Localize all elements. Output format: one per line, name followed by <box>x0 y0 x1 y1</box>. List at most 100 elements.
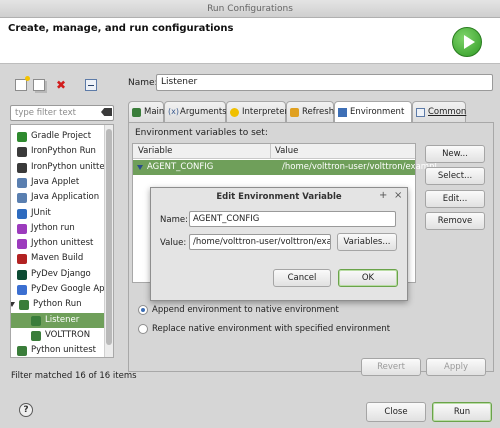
tab-arguments[interactable]: (x) Arguments <box>164 101 227 123</box>
dialog-name-label: Name: <box>160 215 188 225</box>
python-icon <box>19 300 29 311</box>
close-button[interactable]: Close <box>366 402 426 422</box>
window-title: Run Configurations <box>207 4 293 14</box>
python-unittest-icon <box>17 346 27 357</box>
row-variable: AGENT_CONFIG <box>147 162 214 172</box>
tree-item[interactable]: PyDev Django <box>11 267 113 282</box>
junit-icon <box>17 208 27 219</box>
tab-arguments-label: Arguments <box>180 107 227 117</box>
dialog-title: Edit Environment Variable <box>216 192 342 202</box>
edit-env-variable-dialog: Edit Environment Variable + × Name: AGEN… <box>150 187 408 301</box>
cancel-button[interactable]: Cancel <box>273 269 331 287</box>
tree-item[interactable]: Python unittest <box>11 343 113 357</box>
python-icon <box>132 108 141 117</box>
window-titlebar: Run Configurations <box>0 0 500 18</box>
column-divider <box>270 144 271 159</box>
tab-common[interactable]: Common <box>412 101 466 123</box>
tree-item-label: PyDev Google App R <box>31 284 114 294</box>
tab-main-label: Main <box>144 107 165 117</box>
tree-item-label: Jython run <box>31 222 75 233</box>
ok-button[interactable]: OK <box>338 269 398 287</box>
interpreter-icon <box>230 108 239 117</box>
edit-button[interactable]: Edit... <box>425 190 485 208</box>
tree-scrollbar-thumb[interactable] <box>106 129 112 345</box>
tree-item[interactable]: Jython run <box>11 221 113 236</box>
tree-item-label: Java Application <box>31 192 100 203</box>
pin-icon[interactable]: + <box>379 191 387 201</box>
tree-item[interactable]: Listener <box>11 312 113 328</box>
run-banner-icon <box>452 27 482 57</box>
tab-interpreter-label: Interpreter <box>242 107 288 117</box>
append-env-radio[interactable] <box>138 305 148 315</box>
tree-scrollbar[interactable] <box>104 125 113 357</box>
tree-expand-icon[interactable] <box>11 302 15 308</box>
java-application-icon <box>17 193 27 204</box>
replace-env-label: Replace native environment with specifie… <box>152 324 391 334</box>
configuration-tree[interactable]: Python unittest VOLTTRON Listener Python Ru… <box>10 124 114 358</box>
new-button[interactable]: New... <box>425 145 485 163</box>
column-variable[interactable]: Variable <box>138 144 172 159</box>
python-config-icon <box>31 330 41 341</box>
tree-item[interactable]: VOLTTRON <box>11 328 113 343</box>
tree-item-label: VOLTTRON <box>45 329 91 340</box>
tree-item-label: Jython unittest <box>31 238 94 249</box>
main-area: ✖ type filter text Python unittest VOLTTR… <box>0 64 500 428</box>
tab-refresh-label: Refresh <box>302 107 335 117</box>
tab-refresh[interactable]: Refresh <box>286 101 334 123</box>
tree-item[interactable]: IronPython Run <box>11 144 113 159</box>
python-config-icon <box>31 315 41 326</box>
tab-environment-label: Environment <box>350 107 405 117</box>
dialog-value-input[interactable]: /home/volttron-user/volttron/examp <box>189 234 331 250</box>
dialog-header: Create, manage, and run configurations <box>0 18 500 64</box>
ironpython-unittest-icon <box>17 162 27 173</box>
help-icon[interactable]: ? <box>19 403 33 417</box>
dialog-name-input[interactable]: AGENT_CONFIG <box>189 211 396 227</box>
close-dialog-icon[interactable]: × <box>394 191 402 201</box>
tree-item[interactable]: Gradle Project <box>11 129 113 144</box>
replace-env-radio[interactable] <box>138 324 148 334</box>
tree-item-label: IronPython Run <box>31 146 96 157</box>
tree-item-label: Java Applet <box>31 176 80 187</box>
name-input[interactable]: Listener <box>156 74 493 91</box>
table-row[interactable]: AGENT_CONFIG /home/volttron-user/volttro… <box>133 160 437 175</box>
tree-item[interactable]: Java Applet <box>11 175 113 190</box>
select-button[interactable]: Select... <box>425 167 485 185</box>
tree-item-label: JUnit <box>31 207 51 218</box>
column-value[interactable]: Value <box>275 144 298 159</box>
duplicate-configuration-icon[interactable] <box>33 79 45 91</box>
name-label: Name: <box>128 78 158 88</box>
tab-interpreter[interactable]: Interpreter <box>226 101 288 123</box>
tree-item[interactable]: Python Run <box>11 297 113 312</box>
jython-icon <box>17 223 27 234</box>
refresh-icon <box>290 108 299 117</box>
tree-item[interactable]: IronPython unittest <box>11 160 113 175</box>
tree-item[interactable]: Java Application <box>11 190 113 205</box>
tree-item-label: Listener <box>45 314 80 325</box>
revert-button[interactable]: Revert <box>361 358 421 376</box>
tree-item[interactable]: Jython unittest <box>11 236 113 251</box>
delete-configuration-icon[interactable]: ✖ <box>55 79 67 91</box>
arguments-icon: (x) <box>168 107 179 116</box>
common-icon <box>416 108 425 117</box>
tab-environment[interactable]: Environment <box>334 101 412 124</box>
jython-unittest-icon <box>17 239 27 250</box>
new-configuration-icon[interactable] <box>15 76 30 91</box>
tree-item[interactable]: Maven Build <box>11 251 113 266</box>
remove-button[interactable]: Remove <box>425 212 485 230</box>
variables-button[interactable]: Variables... <box>337 233 397 251</box>
env-section-label: Environment variables to set: <box>135 128 268 138</box>
row-value: /home/volttron-user/volttron/exampl <box>282 162 437 172</box>
filter-status: Filter matched 16 of 16 items <box>11 371 137 381</box>
tab-main[interactable]: Main <box>128 101 164 123</box>
tree-item[interactable]: JUnit <box>11 206 113 221</box>
filter-input[interactable]: type filter text <box>10 105 114 121</box>
collapse-all-icon[interactable] <box>85 79 97 91</box>
ironpython-icon <box>17 147 27 158</box>
panel-sash[interactable] <box>123 68 127 386</box>
tree-item-label: Maven Build <box>31 253 84 264</box>
run-button[interactable]: Run <box>432 402 492 422</box>
tab-common-label: Common <box>428 107 467 117</box>
append-env-label: Append environment to native environment <box>152 305 339 315</box>
apply-button[interactable]: Apply <box>426 358 486 376</box>
tree-item[interactable]: PyDev Google App R <box>11 282 113 297</box>
